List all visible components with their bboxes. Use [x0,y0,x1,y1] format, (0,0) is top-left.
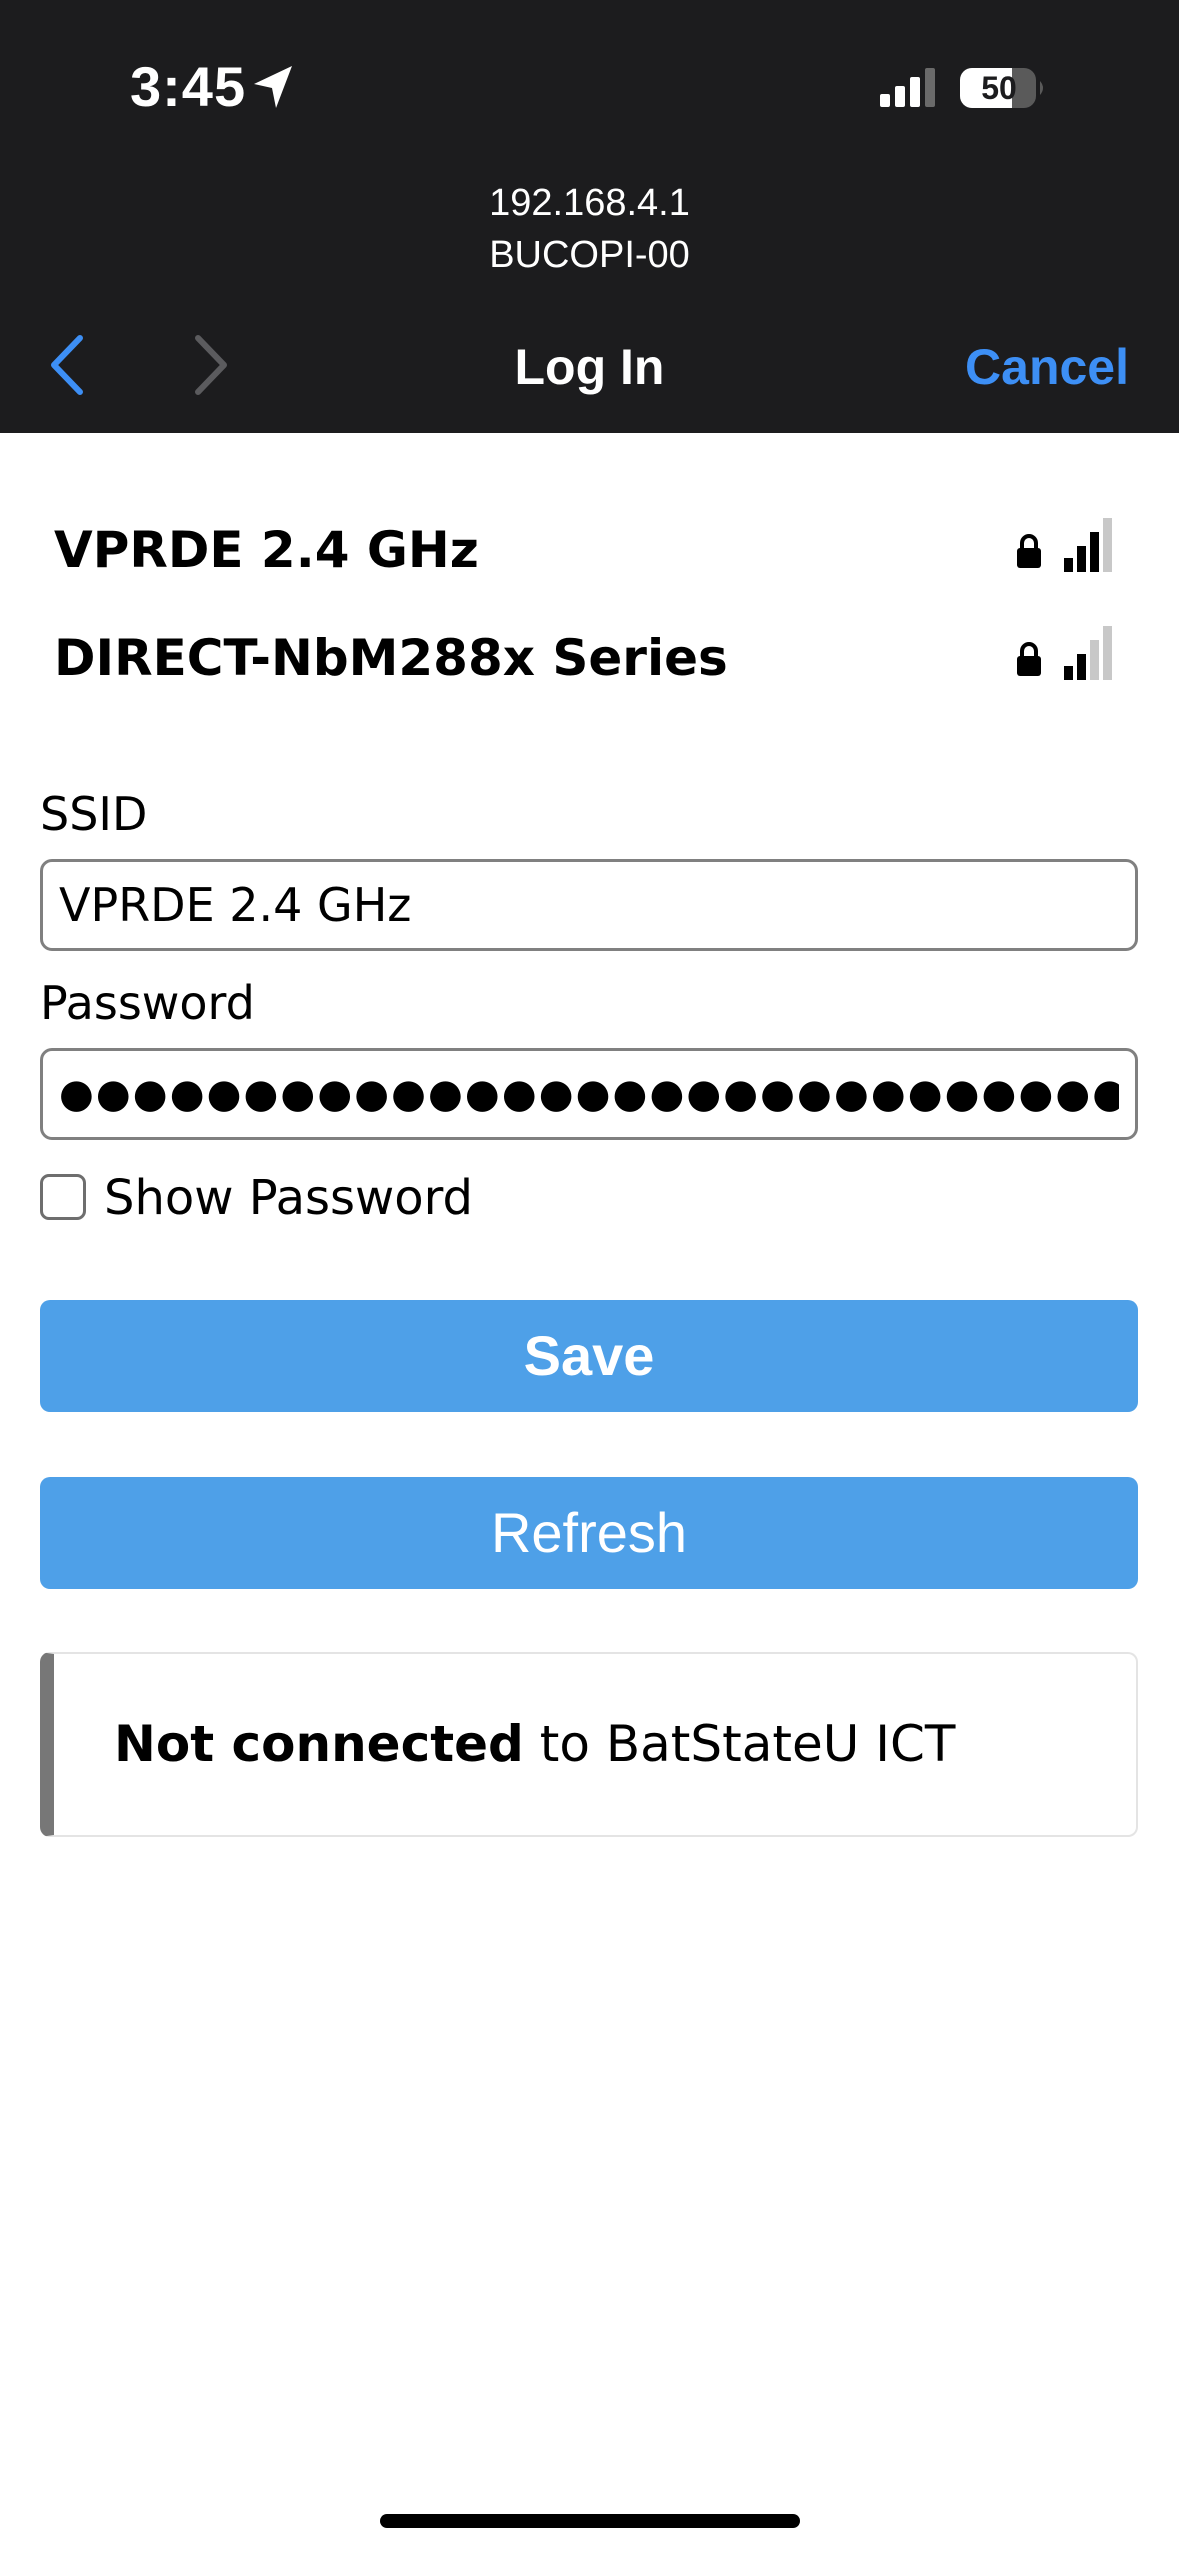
show-password-checkbox[interactable] [40,1174,86,1220]
battery-level: 50 [981,70,1017,106]
browser-chrome: 3:45 50 192.168.4.1 BUCOPI-00 Log In Can… [0,0,1179,433]
signal-strength-icon [1064,626,1112,680]
save-button[interactable]: Save [40,1300,1138,1412]
network-name: DIRECT-NbM288x Series [54,629,728,687]
page-subtitle: BUCOPI-00 [489,234,690,276]
cellular-signal-icon [880,68,935,107]
network-name: VPRDE 2.4 GHz [54,521,479,579]
status-time: 3:45 [130,55,247,118]
connection-status-box: Not connected to BatStateU ICT [40,1652,1138,1837]
connection-state: Not connected [114,1715,524,1773]
home-indicator[interactable] [380,2514,800,2528]
ssid-label: SSID [40,787,148,841]
network-item[interactable]: VPRDE 2.4 GHz [54,510,1124,590]
lock-icon [1017,642,1041,676]
connection-status-text: Not connected to BatStateU ICT [114,1654,955,1835]
password-label: Password [40,976,255,1030]
url-text: 192.168.4.1 [489,182,690,224]
location-icon [254,66,292,108]
refresh-button[interactable]: Refresh [40,1477,1138,1589]
signal-strength-icon [1064,518,1112,572]
password-input[interactable] [40,1048,1138,1140]
cancel-button[interactable]: Cancel [965,334,1129,400]
show-password-label: Show Password [104,1170,473,1226]
ssid-input[interactable] [40,859,1138,951]
connection-detail: to BatStateU ICT [539,1715,956,1773]
lock-icon [1017,534,1041,568]
network-item[interactable]: DIRECT-NbM288x Series [54,618,1124,698]
